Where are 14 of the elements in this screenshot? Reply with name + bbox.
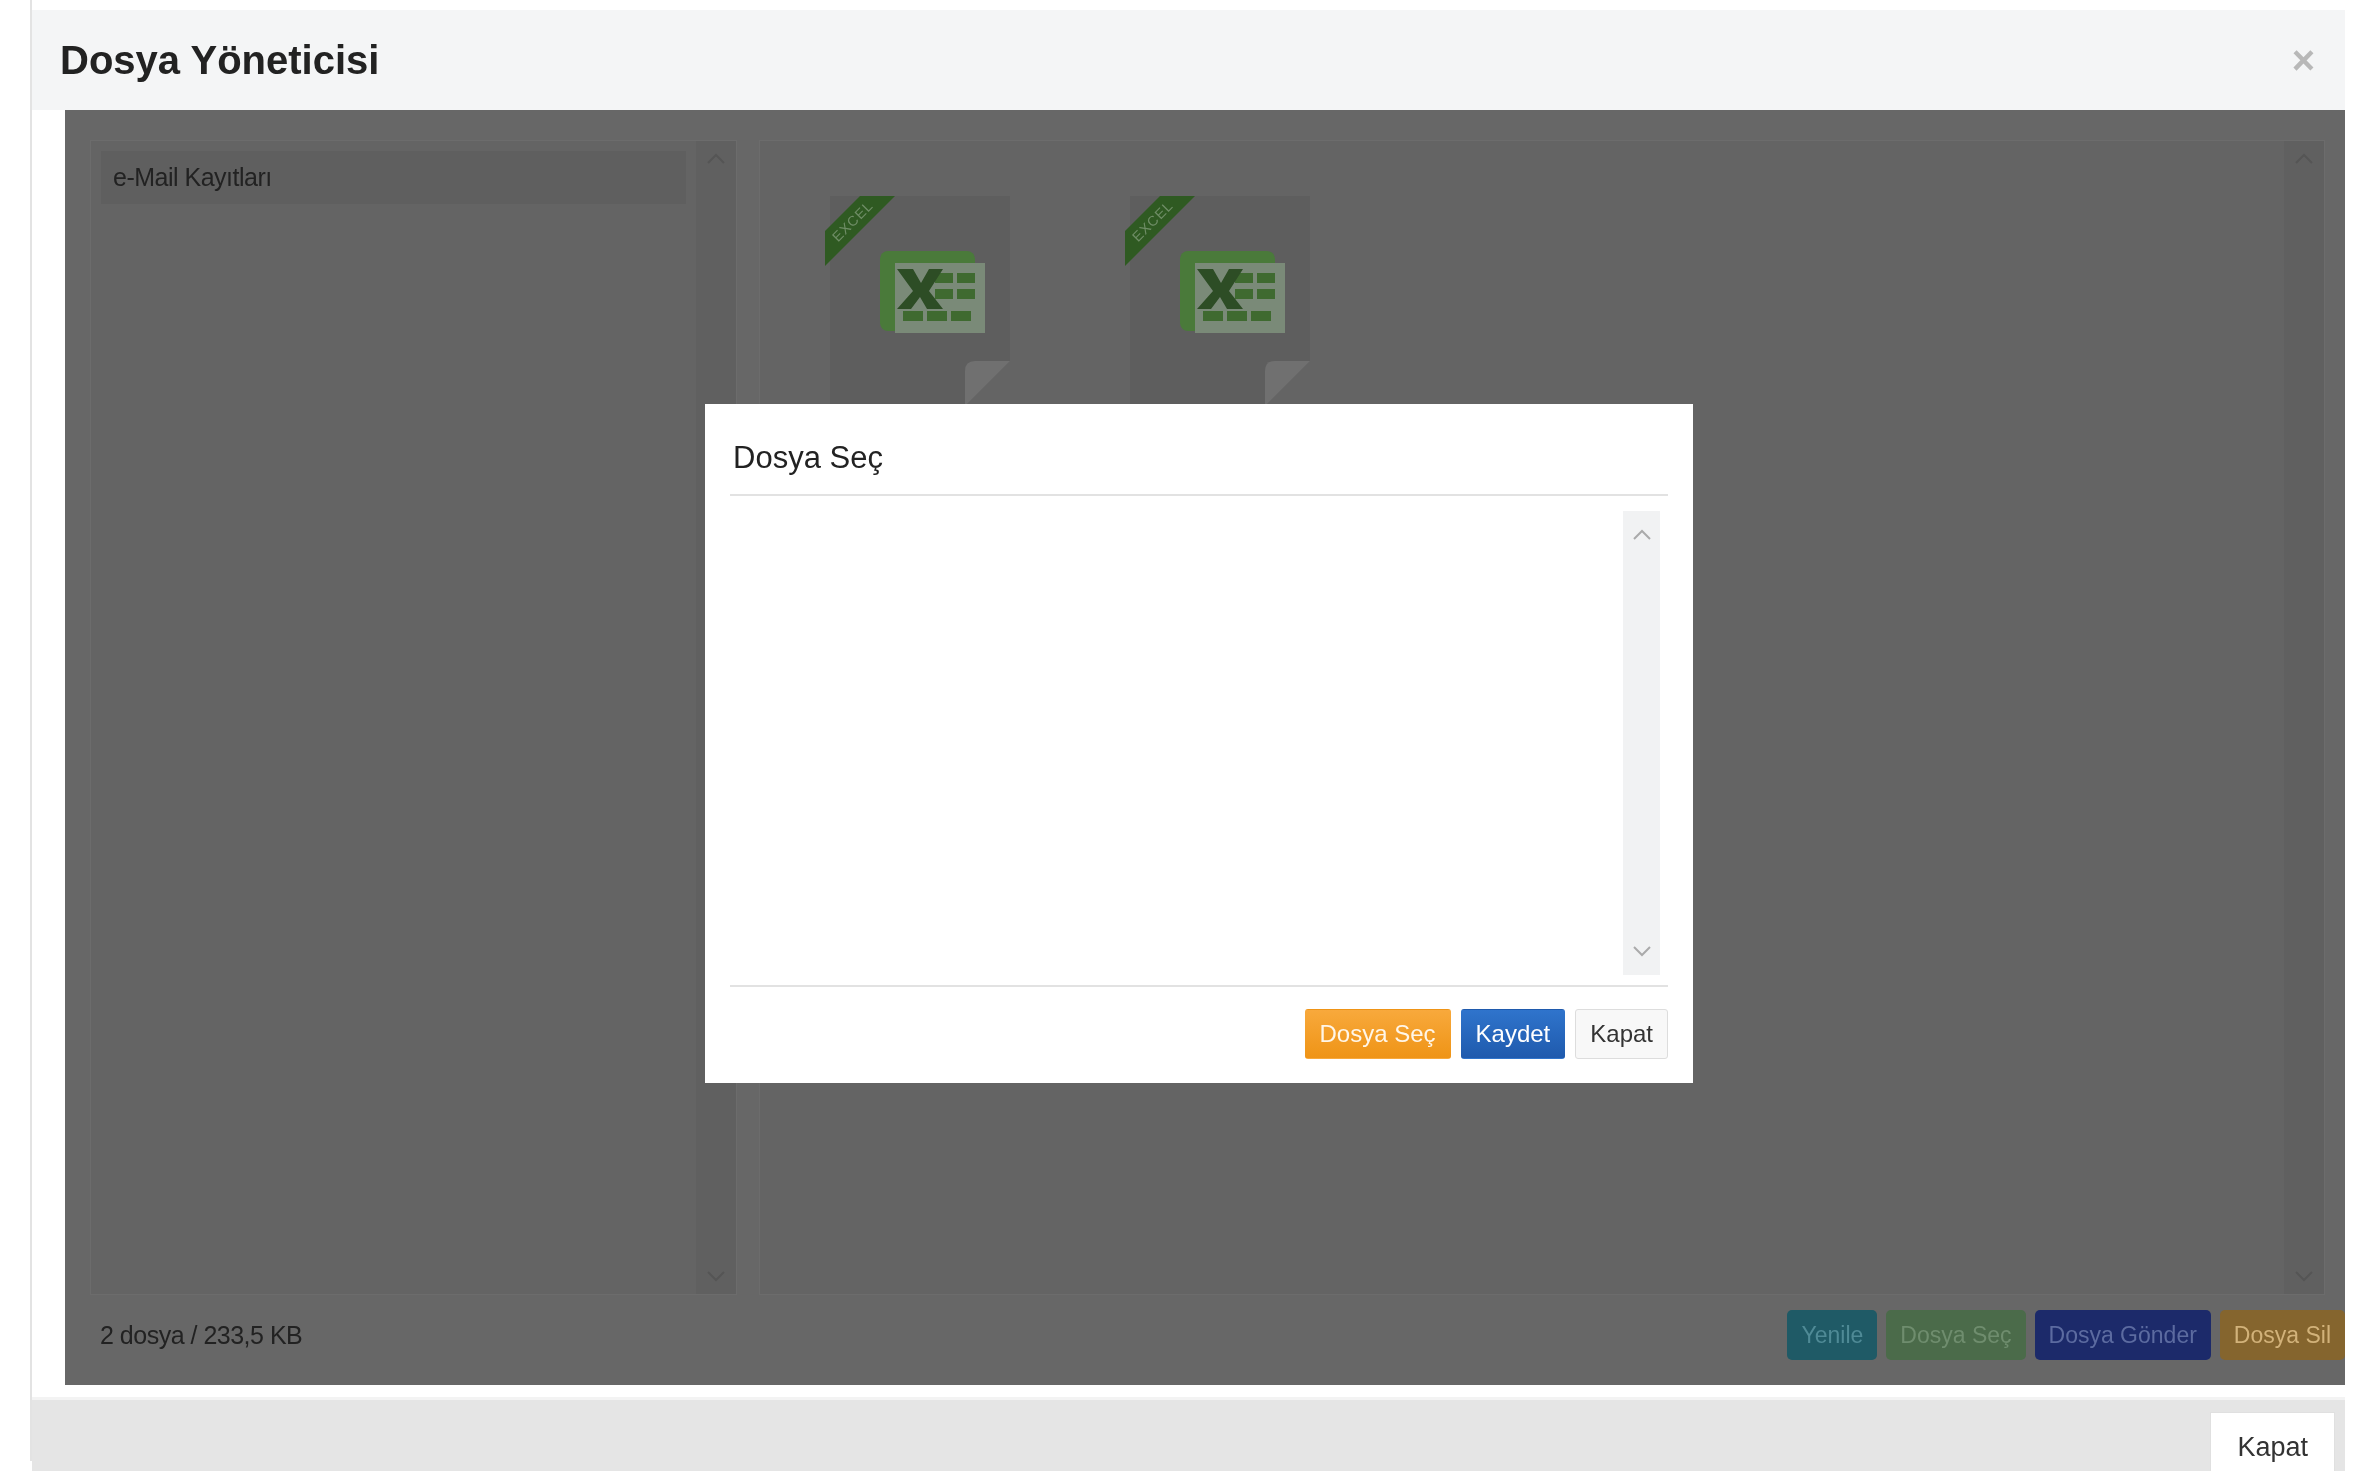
close-button[interactable]: × (2283, 37, 2323, 83)
toolbar-button[interactable]: Dosya Sil (2219, 1310, 2345, 1360)
save-button[interactable]: Kaydet (1460, 1009, 1566, 1059)
folder-item[interactable]: e-Mail Kayıtları (101, 151, 686, 204)
toolbar-button[interactable]: Dosya Gönder (2034, 1310, 2211, 1360)
modal-button[interactable]: Dosya Seç (1304, 1009, 1451, 1059)
file-count-status: 2 dosya / 233,5 KB (100, 1320, 303, 1350)
close-button[interactable]: Kapat (2210, 1412, 2335, 1471)
scroll-down-icon[interactable] (1631, 945, 1652, 957)
scrollbar[interactable] (1623, 511, 1660, 975)
scroll-up-icon[interactable] (1631, 529, 1652, 541)
window-title: Dosya Yöneticisi (60, 37, 380, 83)
modal-button[interactable]: Kapat (1575, 1009, 1668, 1059)
modal-title: Dosya Seç (730, 404, 1668, 496)
